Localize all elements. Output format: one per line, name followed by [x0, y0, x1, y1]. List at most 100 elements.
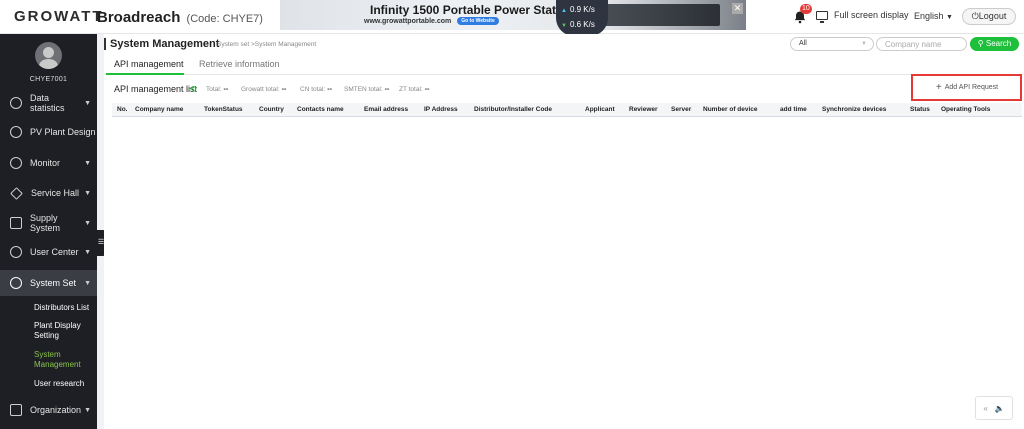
- top-bar: GROWATT Broadreach (Code: CHYE7) Infinit…: [0, 0, 1024, 36]
- language-selector[interactable]: English ▼: [914, 11, 953, 21]
- column-header-distributor-code: Distributor/Installer Code: [474, 106, 553, 113]
- box-icon: [10, 217, 22, 229]
- column-header-number-of-device: Number of device: [703, 106, 758, 113]
- logout-button[interactable]: ⏻Logout: [962, 8, 1016, 25]
- chevron-down-icon: ▼: [84, 279, 91, 287]
- stat-cn-total: CN total: --: [300, 86, 332, 93]
- stat-label: ZT total:: [399, 86, 423, 93]
- language-label: English: [914, 11, 944, 21]
- column-header-email-address: Email address: [364, 106, 409, 113]
- page-title: System Management: [104, 38, 219, 50]
- stat-label: CN total:: [300, 86, 326, 93]
- active-tab-indicator: [106, 73, 184, 75]
- diamond-icon: [10, 186, 23, 200]
- sidebar-item-label: Data statistics: [30, 93, 65, 113]
- subitem-plant-display-setting[interactable]: Plant Display Setting: [34, 321, 90, 341]
- add-api-request-highlight: + Add API Request: [911, 74, 1022, 101]
- stat-value: --: [281, 86, 287, 93]
- plus-icon: +: [935, 82, 942, 93]
- banner-title: Infinity 1500 Portable Power Station: [370, 3, 575, 17]
- search-button[interactable]: ⚲ Search: [970, 37, 1019, 51]
- org-tree-icon: [10, 404, 22, 416]
- company-name-input[interactable]: [876, 37, 967, 51]
- banner-go-button[interactable]: Go to Website: [457, 17, 499, 25]
- stat-label: Growatt total:: [241, 86, 280, 93]
- plant-name: Broadreach: [97, 9, 181, 26]
- list-header: API management list ⟲ Total: -- Growatt t…: [104, 82, 1024, 98]
- chevron-down-icon: ▼: [84, 219, 91, 227]
- fullscreen-label: Full screen display: [834, 10, 909, 20]
- growatt-logo[interactable]: GROWATT: [14, 8, 104, 25]
- column-header-token-status: TokenStatus: [204, 106, 243, 113]
- stat-smten-total: SMTEN total: --: [344, 86, 389, 93]
- notification-badge: 10: [800, 4, 812, 14]
- add-api-request-button[interactable]: + Add API Request: [919, 79, 1015, 96]
- column-header-reviewer: Reviewer: [629, 106, 658, 113]
- stat-label: SMTEN total:: [344, 86, 383, 93]
- sidebar-item-label: Service Hall: [31, 188, 80, 198]
- power-icon: ⏻: [971, 11, 979, 21]
- monitor-icon: [816, 10, 828, 23]
- sidebar-item-label: User Center: [30, 247, 79, 257]
- chevron-down-icon: ▼: [861, 41, 867, 47]
- main-content: System Management System set >System Man…: [104, 34, 1024, 429]
- ad-banner[interactable]: Infinity 1500 Portable Power Station www…: [280, 0, 746, 30]
- user-icon: [10, 246, 22, 258]
- sidebar-item-service-hall[interactable]: Service Hall ▼: [0, 181, 97, 205]
- banner-url-text: www.growattportable.com: [364, 17, 452, 25]
- sidebar-item-user-center[interactable]: User Center ▼: [0, 240, 97, 264]
- subitem-distributors-list[interactable]: Distributors List: [34, 303, 89, 313]
- table-header: No. Company name TokenStatus Country Con…: [112, 103, 1022, 117]
- upload-speed-value: 0.9 K/s: [569, 5, 595, 14]
- stat-value: --: [327, 86, 332, 93]
- column-header-contacts-name: Contacts name: [297, 106, 344, 113]
- add-api-request-label: Add API Request: [944, 84, 999, 91]
- fullscreen-button[interactable]: Full screen display: [816, 10, 909, 23]
- dollar-circle-icon: [10, 126, 22, 138]
- column-header-server: Server: [671, 106, 692, 113]
- subitem-system-management[interactable]: System Management: [34, 350, 90, 370]
- column-header-applicant: Applicant: [585, 106, 615, 113]
- upload-arrow-icon: ▲: [561, 8, 567, 14]
- sidebar-item-monitor[interactable]: Monitor ▼: [0, 151, 97, 175]
- banner-close-icon[interactable]: ✕: [732, 3, 743, 14]
- tab-api-management[interactable]: API management: [114, 59, 184, 69]
- stat-growatt-total: Growatt total: --: [241, 86, 286, 93]
- avatar[interactable]: [35, 42, 62, 69]
- chevron-down-icon: ▼: [84, 248, 91, 256]
- username: CHYE7001: [29, 76, 68, 83]
- column-header-add-time: add time: [780, 106, 807, 113]
- download-speed: ▼ 0.6 K/s: [561, 20, 595, 29]
- sidebar-item-system-set[interactable]: System Set ▼: [0, 270, 97, 296]
- sidebar-item-pv-plant-design[interactable]: PV Plant Design: [0, 120, 97, 144]
- filter-select-value: All: [799, 40, 807, 47]
- sidebar-item-supply-system[interactable]: Supply System ▼: [0, 211, 97, 235]
- column-header-operating-tools: Operating Tools: [941, 106, 991, 113]
- refresh-icon[interactable]: ⟲: [189, 84, 197, 95]
- plant-title: Broadreach (Code: CHYE7): [97, 9, 263, 26]
- tab-retrieve-information[interactable]: Retrieve information: [199, 59, 280, 69]
- sidebar-item-label: System Set: [30, 278, 77, 288]
- column-header-ip-address: IP Address: [424, 106, 458, 113]
- column-header-synchronize-devices: Synchronize devices: [822, 106, 887, 113]
- collapse-arrow-icon[interactable]: «: [983, 404, 987, 413]
- sidebar-item-label: Organization: [30, 405, 82, 415]
- column-header-no: No.: [117, 106, 128, 113]
- gear-icon: [10, 277, 22, 289]
- floating-tool-widget[interactable]: « 🔈: [975, 396, 1013, 420]
- banner-url: www.growattportable.com Go to Website: [364, 17, 499, 25]
- chevron-down-icon: ▼: [84, 99, 91, 107]
- stat-value: --: [384, 86, 390, 93]
- chevron-down-icon: ▼: [946, 14, 953, 21]
- speaker-icon[interactable]: 🔈: [995, 404, 1005, 413]
- sidebar-item-data-statistics[interactable]: Data statistics ▼: [0, 91, 97, 115]
- column-header-status: Status: [910, 106, 930, 113]
- chart-circle-icon: [10, 97, 22, 109]
- subitem-user-research[interactable]: User research: [34, 379, 84, 389]
- sidebar-item-label: Supply System: [30, 213, 61, 233]
- filter-select[interactable]: All ▼: [790, 37, 874, 51]
- sidebar-item-label: PV Plant Design: [30, 127, 96, 137]
- sidebar-item-organization[interactable]: Organization ▼: [0, 398, 97, 422]
- plant-code: (Code: CHYE7): [186, 13, 263, 25]
- chevron-down-icon: ▼: [84, 159, 91, 167]
